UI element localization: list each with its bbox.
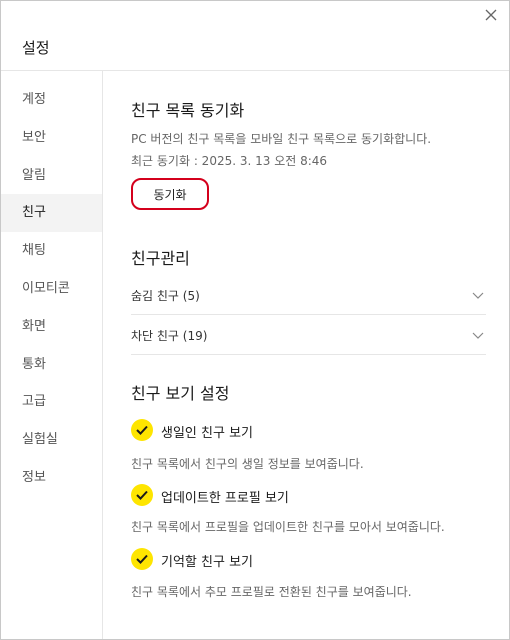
checkbox-checked-icon[interactable]	[131, 484, 153, 506]
sidebar-item-labs[interactable]: 실험실	[1, 421, 102, 459]
manage-section-title: 친구관리	[131, 249, 190, 268]
settings-window: 설정 계정 보안 알림 친구 채팅 이모티콘 화면 통화 고급 실험실 정보 친…	[0, 0, 510, 640]
hidden-friends-row[interactable]: 숨김 친구 (5)	[131, 276, 486, 315]
memorial-friends-label: 기억할 친구 보기	[161, 555, 253, 570]
sidebar-item-info[interactable]: 정보	[1, 459, 102, 497]
sidebar-item-emoticons[interactable]: 이모티콘	[1, 270, 102, 308]
sidebar-item-chat[interactable]: 채팅	[1, 232, 102, 270]
chevron-down-icon	[472, 286, 484, 299]
sidebar-item-account[interactable]: 계정	[1, 81, 102, 119]
checkbox-checked-icon[interactable]	[131, 419, 153, 441]
updated-profile-description: 친구 목록에서 프로필을 업데이트한 친구를 모아서 보여줍니다.	[131, 520, 445, 534]
sidebar-item-calls[interactable]: 통화	[1, 346, 102, 384]
updated-profile-label: 업데이트한 프로필 보기	[161, 491, 289, 506]
sync-section-title: 친구 목록 동기화	[131, 101, 245, 120]
sidebar: 계정 보안 알림 친구 채팅 이모티콘 화면 통화 고급 실험실 정보	[1, 71, 103, 639]
sidebar-item-friends[interactable]: 친구	[1, 194, 102, 233]
sidebar-item-security[interactable]: 보안	[1, 119, 102, 157]
sidebar-item-advanced[interactable]: 고급	[1, 383, 102, 421]
window-title: 설정	[22, 39, 50, 57]
checkbox-checked-icon[interactable]	[131, 548, 153, 570]
sidebar-item-display[interactable]: 화면	[1, 308, 102, 346]
blocked-friends-label: 차단 친구 (19)	[131, 329, 208, 343]
view-section-title: 친구 보기 설정	[131, 384, 230, 403]
birthday-friends-label: 생일인 친구 보기	[161, 426, 253, 441]
close-icon[interactable]	[483, 7, 499, 23]
sync-button[interactable]: 동기화	[131, 178, 209, 210]
chevron-down-icon	[472, 326, 484, 339]
hidden-friends-label: 숨김 친구 (5)	[131, 289, 200, 303]
memorial-friends-description: 친구 목록에서 추모 프로필로 전환된 친구를 보여줍니다.	[131, 585, 412, 599]
last-sync-text: 최근 동기화 : 2025. 3. 13 오전 8:46	[131, 154, 328, 168]
birthday-friends-description: 친구 목록에서 친구의 생일 정보를 보여줍니다.	[131, 457, 364, 471]
blocked-friends-row[interactable]: 차단 친구 (19)	[131, 316, 486, 355]
sync-description: PC 버전의 친구 목록을 모바일 친구 목록으로 동기화합니다.	[131, 132, 432, 146]
sidebar-item-notifications[interactable]: 알림	[1, 157, 102, 195]
